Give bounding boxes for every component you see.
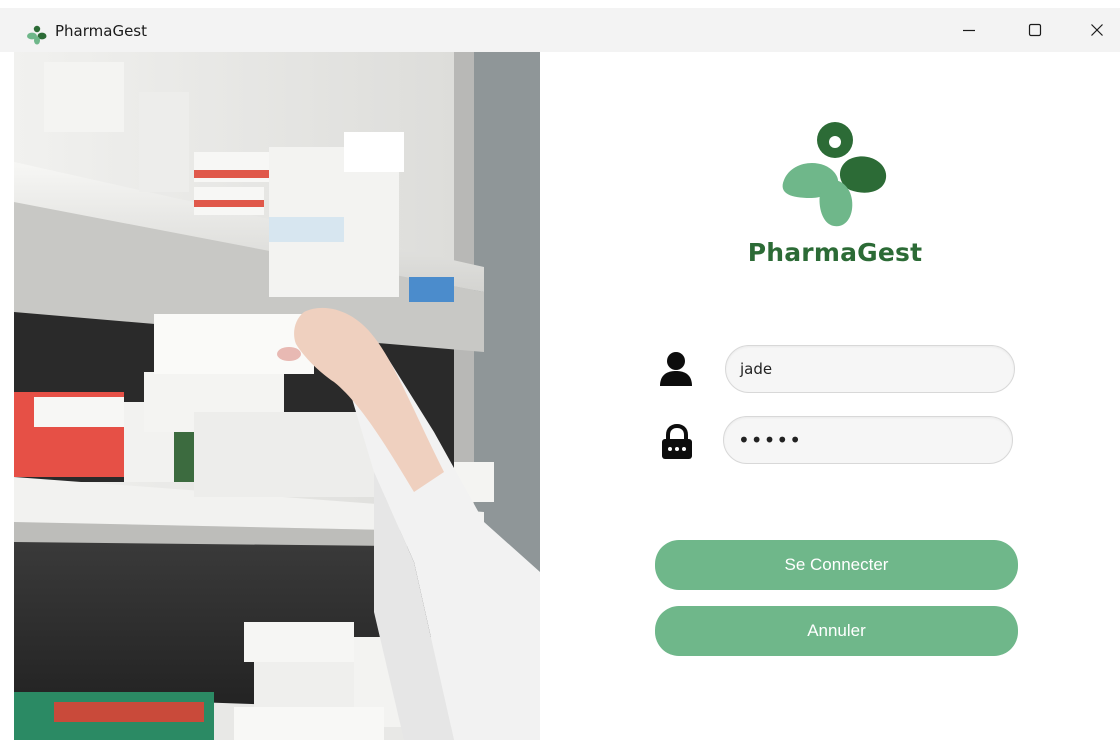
maximize-button[interactable] [1012,8,1058,52]
brand-name: PharmaGest [747,238,923,267]
lock-icon [662,424,692,459]
close-icon [1091,24,1103,36]
username-value: jade [740,360,773,378]
maximize-icon [1028,23,1042,37]
minimize-button[interactable] [946,8,992,52]
login-button-label: Se Connecter [784,555,889,574]
app-logo-icon [27,25,47,45]
cancel-button-label: Annuler [807,621,866,640]
cancel-button[interactable]: Annuler [655,606,1018,656]
close-button[interactable] [1074,8,1120,52]
title-bar: PharmaGest [0,8,1120,52]
username-field[interactable]: jade [725,345,1015,393]
login-window: PharmaGest PharmaGest jade ••••• Se Conn… [0,0,1120,740]
pharmagest-logo [782,122,887,227]
password-field[interactable]: ••••• [723,416,1013,464]
login-button[interactable]: Se Connecter [655,540,1018,590]
window-left-border [0,52,14,740]
password-value: ••••• [738,428,802,452]
minimize-icon [963,29,975,32]
pharmacy-shelf-photo [14,52,540,740]
user-icon [660,352,692,386]
window-title: PharmaGest [55,22,147,40]
